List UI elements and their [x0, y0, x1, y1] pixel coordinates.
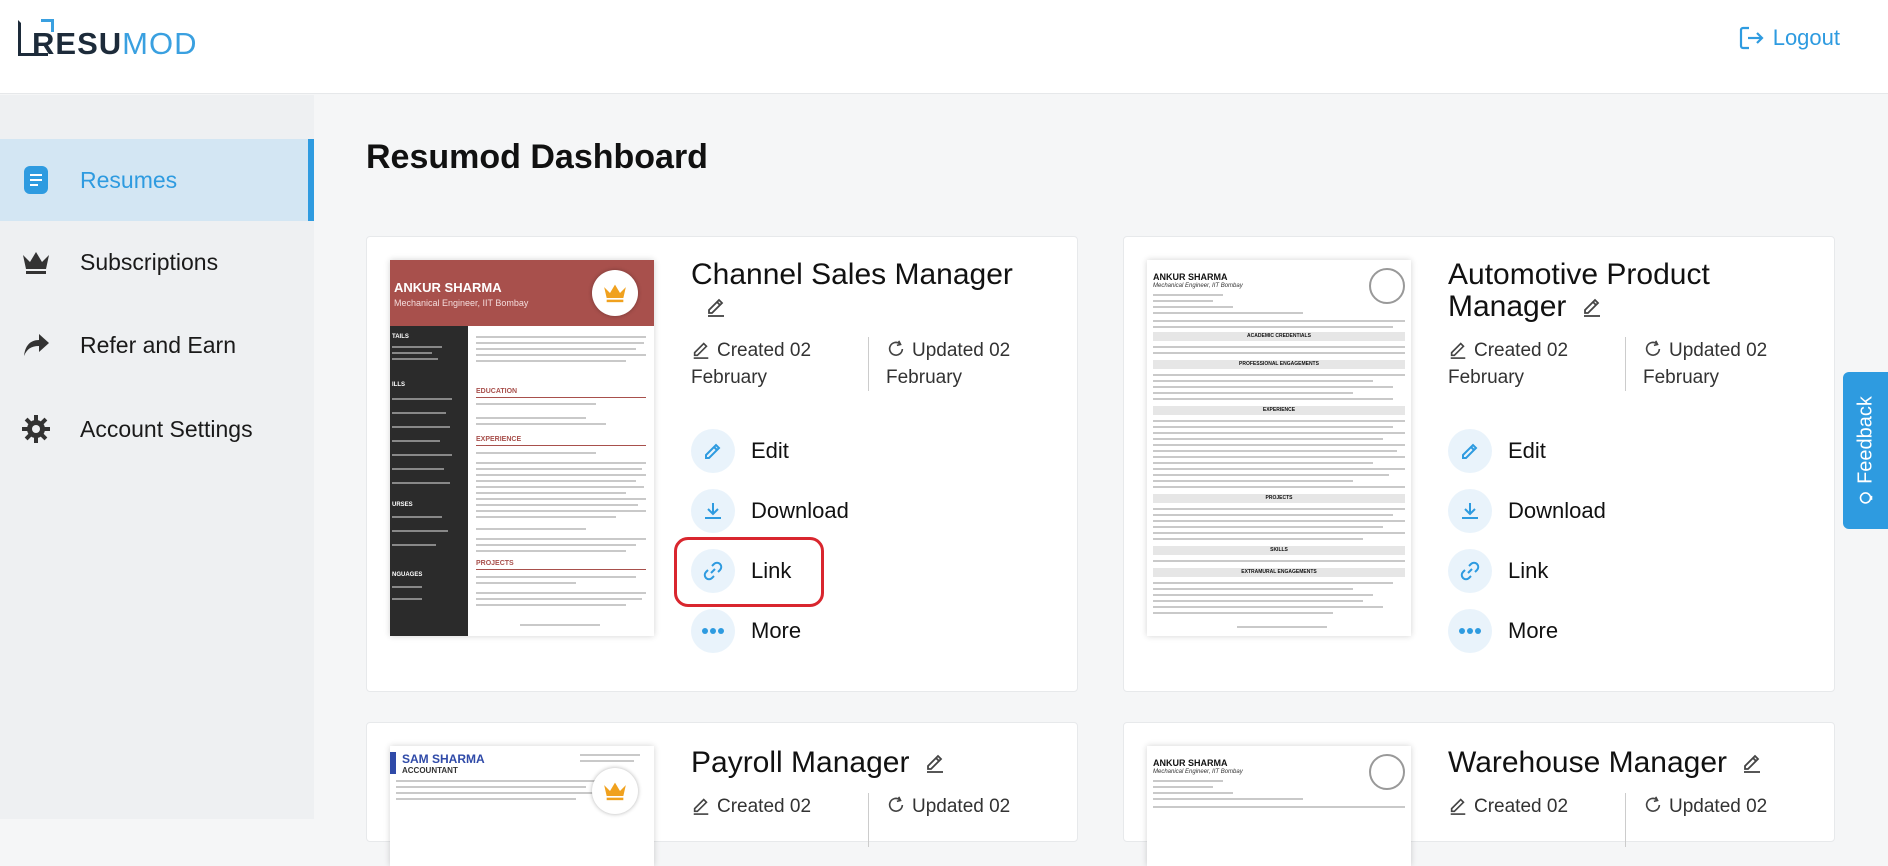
- created-date: Created 02: [691, 793, 811, 820]
- crown-icon: [20, 246, 52, 278]
- logout-icon: [1739, 26, 1764, 50]
- resumod-logo[interactable]: RESUMOD: [18, 19, 198, 61]
- meta-divider: [868, 793, 869, 847]
- lightbulb-icon: [1858, 491, 1872, 504]
- resume-role: Mechanical Engineer, IIT Bombay: [394, 298, 529, 308]
- institute-seal-icon: [1369, 754, 1405, 790]
- resume-name: ANKUR SHARMA: [1153, 272, 1228, 282]
- top-bar: RESUMOD Logout: [0, 0, 1888, 94]
- resume-thumbnail[interactable]: SAM SHARMA ACCOUNTANT: [390, 746, 654, 866]
- download-icon: [691, 489, 735, 533]
- share-arrow-icon: [20, 329, 52, 361]
- meta-divider: [1625, 793, 1626, 847]
- resume-role: Mechanical Engineer, IIT Bombay: [1153, 283, 1243, 289]
- resume-icon: [20, 164, 52, 196]
- refresh-icon: [888, 796, 904, 812]
- resume-title-line2: Manager: [1448, 290, 1567, 323]
- link-button[interactable]: Link: [691, 548, 791, 594]
- edit-button[interactable]: Edit: [1448, 428, 1546, 474]
- edit-title-pencil-icon[interactable]: [1581, 292, 1603, 324]
- edit-title-pencil-icon[interactable]: [1741, 748, 1763, 780]
- resume-title-text: Warehouse Manager: [1448, 746, 1728, 779]
- resume-name: ANKUR SHARMA: [1153, 758, 1228, 768]
- logout-label: Logout: [1772, 25, 1840, 50]
- meta-divider: [868, 337, 869, 391]
- pencil-icon: [693, 798, 709, 815]
- edit-pencil-icon: [1448, 429, 1492, 473]
- resume-title: Automotive Product Manager: [1448, 259, 1710, 324]
- sidebar-item-label: Subscriptions: [80, 248, 219, 275]
- updated-date: Updated 02 February: [886, 340, 1011, 388]
- resume-title-line1: Automotive Product: [1448, 258, 1710, 291]
- pencil-icon: [1450, 798, 1466, 815]
- updated-date: Updated 02 February: [1643, 340, 1768, 388]
- resume-title: Channel Sales Manager: [691, 259, 1013, 324]
- resume-card-payroll-manager: SAM SHARMA ACCOUNTANT Payroll Manager Cr…: [366, 722, 1078, 866]
- more-dots-icon: [691, 609, 735, 653]
- pencil-icon: [1450, 342, 1466, 359]
- resume-title-text: Channel Sales Manager: [691, 258, 1013, 291]
- created-date: Created 02 February: [1448, 340, 1569, 388]
- premium-crown-icon: [592, 270, 638, 316]
- resume-card-warehouse-manager: ANKUR SHARMA Mechanical Engineer, IIT Bo…: [1123, 722, 1835, 866]
- sidebar: Resumes Subscriptions Refer and Earn Acc…: [0, 95, 314, 819]
- refresh-icon: [888, 340, 904, 356]
- resume-side-column: TAILS ILLS URSES NGUAGES: [390, 326, 468, 636]
- created-date: Created 02 February: [691, 340, 812, 388]
- meta-divider: [1625, 337, 1626, 391]
- sidebar-item-resumes[interactable]: Resumes: [0, 139, 314, 221]
- resume-thumbnail[interactable]: ANKUR SHARMA Mechanical Engineer, IIT Bo…: [1147, 746, 1411, 866]
- download-button[interactable]: Download: [1448, 488, 1606, 534]
- more-button[interactable]: More: [1448, 608, 1558, 654]
- resume-card-automotive-product-manager: ANKUR SHARMA Mechanical Engineer, IIT Bo…: [1123, 236, 1835, 692]
- logo-mark-icon: [18, 19, 54, 56]
- resume-title: Payroll Manager: [691, 747, 946, 780]
- sidebar-item-label: Account Settings: [80, 415, 253, 442]
- sidebar-item-subscriptions[interactable]: Subscriptions: [0, 221, 314, 303]
- pencil-icon: [693, 342, 709, 359]
- edit-title-pencil-icon[interactable]: [924, 748, 946, 780]
- edit-pencil-icon: [691, 429, 735, 473]
- updated-date: Updated 02: [886, 793, 1010, 820]
- feedback-tab[interactable]: Feedback: [1843, 372, 1888, 529]
- institute-seal-icon: [1369, 268, 1405, 304]
- logout-button[interactable]: Logout: [1737, 24, 1840, 52]
- sidebar-item-account-settings[interactable]: Account Settings: [0, 388, 314, 470]
- resume-role: Mechanical Engineer, IIT Bombay: [1153, 769, 1243, 775]
- resume-title-text: Payroll Manager: [691, 746, 910, 779]
- created-date: Created 02: [1448, 793, 1568, 820]
- refresh-icon: [1645, 796, 1661, 812]
- page-title: Resumod Dashboard: [366, 138, 708, 176]
- resume-title: Warehouse Manager: [1448, 747, 1763, 780]
- gear-icon: [20, 413, 52, 445]
- sidebar-item-label: Refer and Earn: [80, 331, 236, 358]
- resume-name: SAM SHARMA: [402, 752, 485, 766]
- updated-date: Updated 02: [1643, 793, 1767, 820]
- logo-text: RESUMOD: [32, 26, 198, 61]
- edit-title-pencil-icon[interactable]: [705, 292, 727, 324]
- download-button[interactable]: Download: [691, 488, 849, 534]
- link-button[interactable]: Link: [1448, 548, 1548, 594]
- premium-crown-icon: [592, 768, 638, 814]
- sidebar-item-refer-and-earn[interactable]: Refer and Earn: [0, 304, 314, 386]
- download-icon: [1448, 489, 1492, 533]
- refresh-icon: [1645, 340, 1661, 356]
- link-icon: [1448, 549, 1492, 593]
- resume-role: ACCOUNTANT: [402, 766, 458, 775]
- resume-card-channel-sales-manager: ANKUR SHARMA Mechanical Engineer, IIT Bo…: [366, 236, 1078, 692]
- more-button[interactable]: More: [691, 608, 801, 654]
- resume-thumbnail[interactable]: ANKUR SHARMA Mechanical Engineer, IIT Bo…: [390, 260, 654, 636]
- edit-button[interactable]: Edit: [691, 428, 789, 474]
- more-dots-icon: [1448, 609, 1492, 653]
- feedback-label: Feedback: [1854, 395, 1876, 484]
- sidebar-item-label: Resumes: [80, 166, 178, 193]
- resume-thumbnail[interactable]: ANKUR SHARMA Mechanical Engineer, IIT Bo…: [1147, 260, 1411, 636]
- resume-name: ANKUR SHARMA: [394, 280, 502, 295]
- link-icon: [691, 549, 735, 593]
